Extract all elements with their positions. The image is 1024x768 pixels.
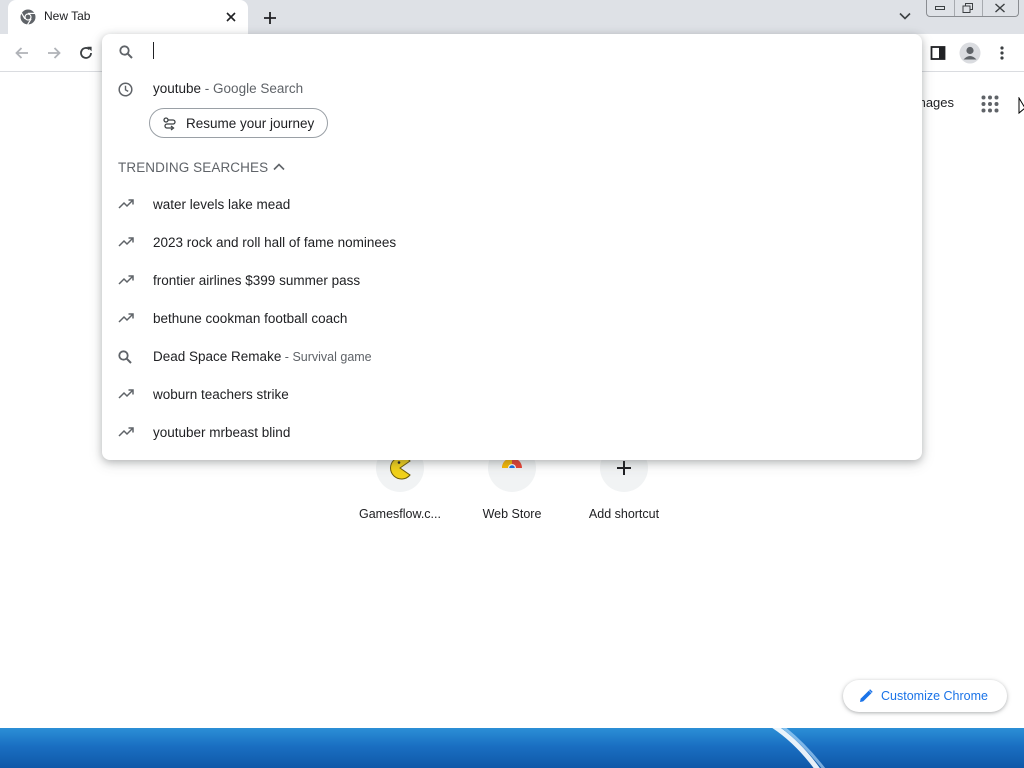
reload-button[interactable] <box>72 39 100 67</box>
suggestion-text: frontier airlines $399 summer pass <box>153 273 361 288</box>
suggestion-text: woburn teachers strike <box>153 387 289 402</box>
desktop-wallpaper-streak <box>772 728 826 768</box>
omnibox-dropdown: youtube - Google Search Resume your jour… <box>102 34 922 460</box>
trending-icon <box>118 198 134 210</box>
suggestion-text: water levels lake mead <box>153 197 291 212</box>
suggestion-trending[interactable]: woburn teachers strike <box>102 376 922 414</box>
suggestion-trending[interactable]: bethune cookman football coach <box>102 300 922 338</box>
suggestion-entity[interactable]: Dead Space Remake - Survival game <box>102 338 922 376</box>
suggestion-trending[interactable]: water levels lake mead <box>102 186 922 224</box>
tab-new-tab[interactable]: New Tab <box>8 0 248 34</box>
mouse-cursor-icon <box>1018 97 1024 115</box>
suggestion-text: bethune cookman football coach <box>153 311 348 326</box>
history-icon <box>118 82 133 97</box>
close-window-button[interactable] <box>983 0 1018 16</box>
address-bar-input[interactable] <box>152 41 892 63</box>
resume-journey-button[interactable]: Resume your journey <box>149 108 328 138</box>
forward-button[interactable] <box>40 39 68 67</box>
window-controls <box>926 0 1019 17</box>
journey-label: Resume your journey <box>186 116 315 131</box>
chrome-icon <box>20 9 36 25</box>
new-tab-button[interactable] <box>258 6 282 30</box>
side-panel-button[interactable] <box>924 39 952 67</box>
search-icon <box>118 350 132 364</box>
search-icon <box>119 45 133 59</box>
profile-button[interactable] <box>956 39 984 67</box>
suggestion-history-youtube[interactable]: youtube - Google Search <box>102 70 922 108</box>
suggestion-trending[interactable]: youtuber mrbeast blind <box>102 414 922 452</box>
tab-title: New Tab <box>44 9 91 23</box>
minimize-button[interactable] <box>927 0 955 16</box>
shortcut-label: Web Store <box>482 507 542 521</box>
text-caret <box>153 42 154 59</box>
customize-label: Customize Chrome <box>881 689 988 703</box>
suggestion-trending[interactable]: frontier airlines $399 summer pass <box>102 262 922 300</box>
trending-icon <box>118 236 134 248</box>
suggestion-text: youtuber mrbeast blind <box>153 425 291 440</box>
suggestion-text: 2023 rock and roll hall of fame nominees <box>153 235 397 250</box>
suggestion-description: Survival game <box>292 350 372 364</box>
suggestion-text: Dead Space Remake - Survival game <box>153 349 372 364</box>
trending-header: TRENDING SEARCHES <box>118 160 269 175</box>
tab-strip: New Tab <box>0 0 1024 34</box>
google-apps-button[interactable] <box>976 90 1004 118</box>
shortcut-label: Gamesflow.c... <box>359 507 441 521</box>
trending-icon <box>118 426 134 438</box>
trending-icon <box>118 274 134 286</box>
menu-button[interactable] <box>988 39 1016 67</box>
restore-button[interactable] <box>955 0 983 16</box>
back-button[interactable] <box>8 39 36 67</box>
suggestion-separator: - <box>201 81 214 96</box>
close-icon[interactable] <box>222 8 240 26</box>
os-taskbar <box>0 728 1024 768</box>
customize-chrome-button[interactable]: Customize Chrome <box>843 680 1007 712</box>
shortcut-label: Add shortcut <box>588 507 660 521</box>
suggestion-text: youtube - Google Search <box>153 81 303 96</box>
suggestion-query: Dead Space Remake <box>153 349 282 364</box>
suggestion-trending[interactable]: 2023 rock and roll hall of fame nominees <box>102 224 922 262</box>
trending-icon <box>118 388 134 400</box>
trending-icon <box>118 312 134 324</box>
chevron-up-icon[interactable] <box>271 160 287 176</box>
suggestion-query: youtube <box>153 81 202 96</box>
suggestion-separator: - <box>281 350 293 364</box>
suggestion-description: Google Search <box>213 81 304 96</box>
tab-search-button[interactable] <box>894 8 916 26</box>
